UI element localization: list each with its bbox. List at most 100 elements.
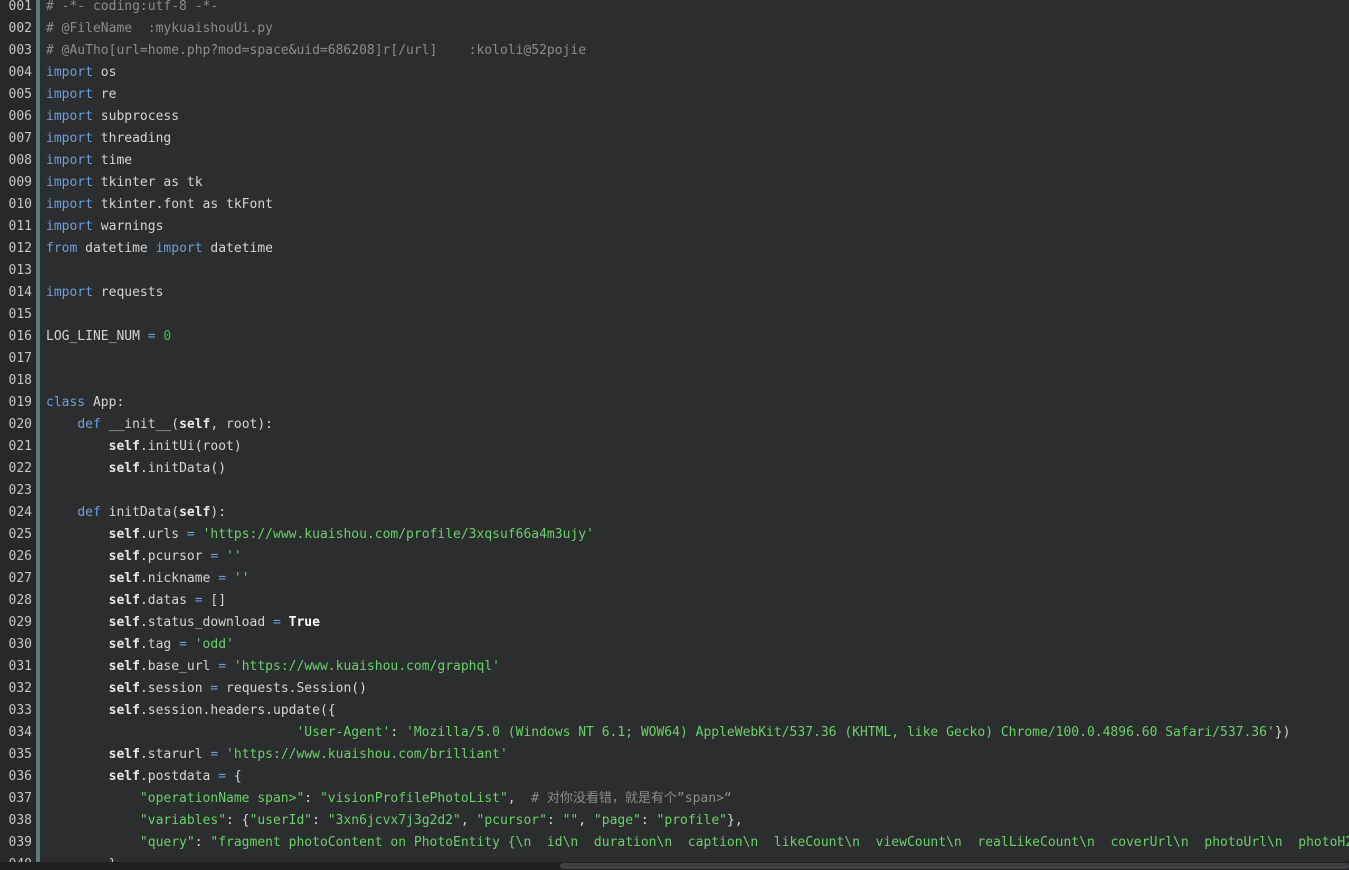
code-line[interactable]: 031 self.base_url = 'https://www.kuaisho… (0, 656, 1349, 678)
code-line[interactable]: 039 "query": "fragment photoContent on P… (0, 832, 1349, 854)
code-line[interactable]: 036 self.postdata = { (0, 766, 1349, 788)
code-line[interactable]: 021 self.initUi(root) (0, 436, 1349, 458)
line-number: 004 (8, 65, 32, 80)
line-code: 'User-Agent': 'Mozilla/5.0 (Windows NT 6… (36, 722, 1349, 744)
code-token: = (218, 659, 227, 674)
code-token: class (46, 395, 86, 410)
line-number: 008 (8, 153, 32, 168)
code-line[interactable]: 008 import time (0, 150, 1349, 172)
line-number: 014 (8, 285, 32, 300)
code-token: "variables" (139, 813, 227, 828)
code-token: .starurl (139, 747, 211, 762)
code-line[interactable]: 038 "variables": {"userId": "3xn6jcvx7j3… (0, 810, 1349, 832)
code-token: : (304, 791, 320, 806)
code-line[interactable]: 030 self.tag = 'odd' (0, 634, 1349, 656)
code-token: self (108, 439, 140, 454)
scrollbar-thumb[interactable] (560, 863, 1349, 869)
code-token: .datas (139, 593, 195, 608)
line-number: 006 (8, 109, 32, 124)
line-code: self.tag = 'odd' (36, 634, 1349, 656)
code-line[interactable]: 026 self.pcursor = '' (0, 546, 1349, 568)
code-line[interactable]: 005 import re (0, 84, 1349, 106)
line-code: LOG_LINE_NUM = 0 (36, 326, 1349, 348)
code-token: "query" (139, 835, 195, 850)
code-line[interactable]: 011 import warnings (0, 216, 1349, 238)
code-token: self (108, 681, 140, 696)
code-line[interactable]: 034 'User-Agent': 'Mozilla/5.0 (Windows … (0, 722, 1349, 744)
code-token: = (179, 637, 187, 652)
code-token: [] (202, 593, 227, 608)
code-line[interactable]: 020 def __init__(self, root): (0, 414, 1349, 436)
code-line[interactable]: 022 self.initData() (0, 458, 1349, 480)
code-line[interactable]: 016 LOG_LINE_NUM = 0 (0, 326, 1349, 348)
code-token: .tag (139, 637, 180, 652)
code-line[interactable]: 023 (0, 480, 1349, 502)
line-code: "query": "fragment photoContent on Photo… (36, 832, 1349, 854)
code-token: # @AuTho[url=home.php?mod=space&uid=6862… (46, 43, 587, 58)
code-line[interactable]: 035 self.starurl = 'https://www.kuaishou… (0, 744, 1349, 766)
code-line[interactable]: 033 self.session.headers.update({ (0, 700, 1349, 722)
code-token: self (179, 505, 211, 520)
code-line[interactable]: 014 import requests (0, 282, 1349, 304)
code-token: tkinter (92, 175, 164, 190)
line-number: 007 (8, 131, 32, 146)
line-number: 039 (8, 835, 32, 850)
code-token: 0 (163, 329, 172, 344)
line-number: 029 (8, 615, 32, 630)
line-number: 033 (8, 703, 32, 718)
code-line[interactable]: 018 (0, 370, 1349, 392)
line-code: import tkinter as tk (36, 172, 1349, 194)
code-line[interactable]: 003 # @AuTho[url=home.php?mod=space&uid=6… (0, 40, 1349, 62)
code-line[interactable]: 002 # @FileName :mykuaishouUi.py (0, 18, 1349, 40)
line-number: 020 (8, 417, 32, 432)
code-line[interactable]: 025 self.urls = 'https://www.kuaishou.co… (0, 524, 1349, 546)
code-line[interactable]: 001 # -*- coding:utf-8 -*- (0, 0, 1349, 18)
horizontal-scrollbar[interactable] (0, 862, 1349, 870)
code-token: self (108, 747, 140, 762)
code-line[interactable]: 032 self.session = requests.Session() (0, 678, 1349, 700)
code-editor[interactable]: 001 # -*- coding:utf-8 -*- 002 # @FileName … (0, 0, 1349, 870)
code-line[interactable]: 013 (0, 260, 1349, 282)
code-token: .initData() (139, 461, 227, 476)
code-line[interactable]: 007 import threading (0, 128, 1349, 150)
code-token: .session.headers.update({ (139, 703, 336, 718)
code-line[interactable]: 037 "operationName span>": "visionProfil… (0, 788, 1349, 810)
code-line[interactable]: 024 def initData(self): (0, 502, 1349, 524)
code-line[interactable]: 010 import tkinter.font as tkFont (0, 194, 1349, 216)
code-token: 'https://www.kuaishou.com/graphql' (233, 659, 500, 674)
code-line[interactable]: 028 self.datas = [] (0, 590, 1349, 612)
line-number: 034 (8, 725, 32, 740)
code-line[interactable]: 009 import tkinter as tk (0, 172, 1349, 194)
code-line[interactable]: 015 (0, 304, 1349, 326)
line-code: "variables": {"userId": "3xn6jcvx7j3g2d2… (36, 810, 1349, 832)
line-number: 024 (8, 505, 32, 520)
line-number: 028 (8, 593, 32, 608)
code-line[interactable]: 012 from datetime import datetime (0, 238, 1349, 260)
code-line[interactable]: 004 import os (0, 62, 1349, 84)
code-token: "operationName span>" (139, 791, 305, 806)
line-number: 019 (8, 395, 32, 410)
line-code: import tkinter.font as tkFont (36, 194, 1349, 216)
code-token: }, (727, 813, 743, 828)
code-line[interactable]: 019 class App: (0, 392, 1349, 414)
code-line[interactable]: 006 import subprocess (0, 106, 1349, 128)
code-token: self (179, 417, 211, 432)
code-token: LOG_LINE_NUM (46, 329, 148, 344)
line-number: 023 (8, 483, 32, 498)
code-line[interactable]: 017 (0, 348, 1349, 370)
code-token: import (46, 285, 93, 300)
code-line[interactable]: 027 self.nickname = '' (0, 568, 1349, 590)
code-token: self (108, 659, 140, 674)
line-code: import time (36, 150, 1349, 172)
line-code: self.urls = 'https://www.kuaishou.com/pr… (36, 524, 1349, 546)
code-line[interactable]: 029 self.status_download = True (0, 612, 1349, 634)
